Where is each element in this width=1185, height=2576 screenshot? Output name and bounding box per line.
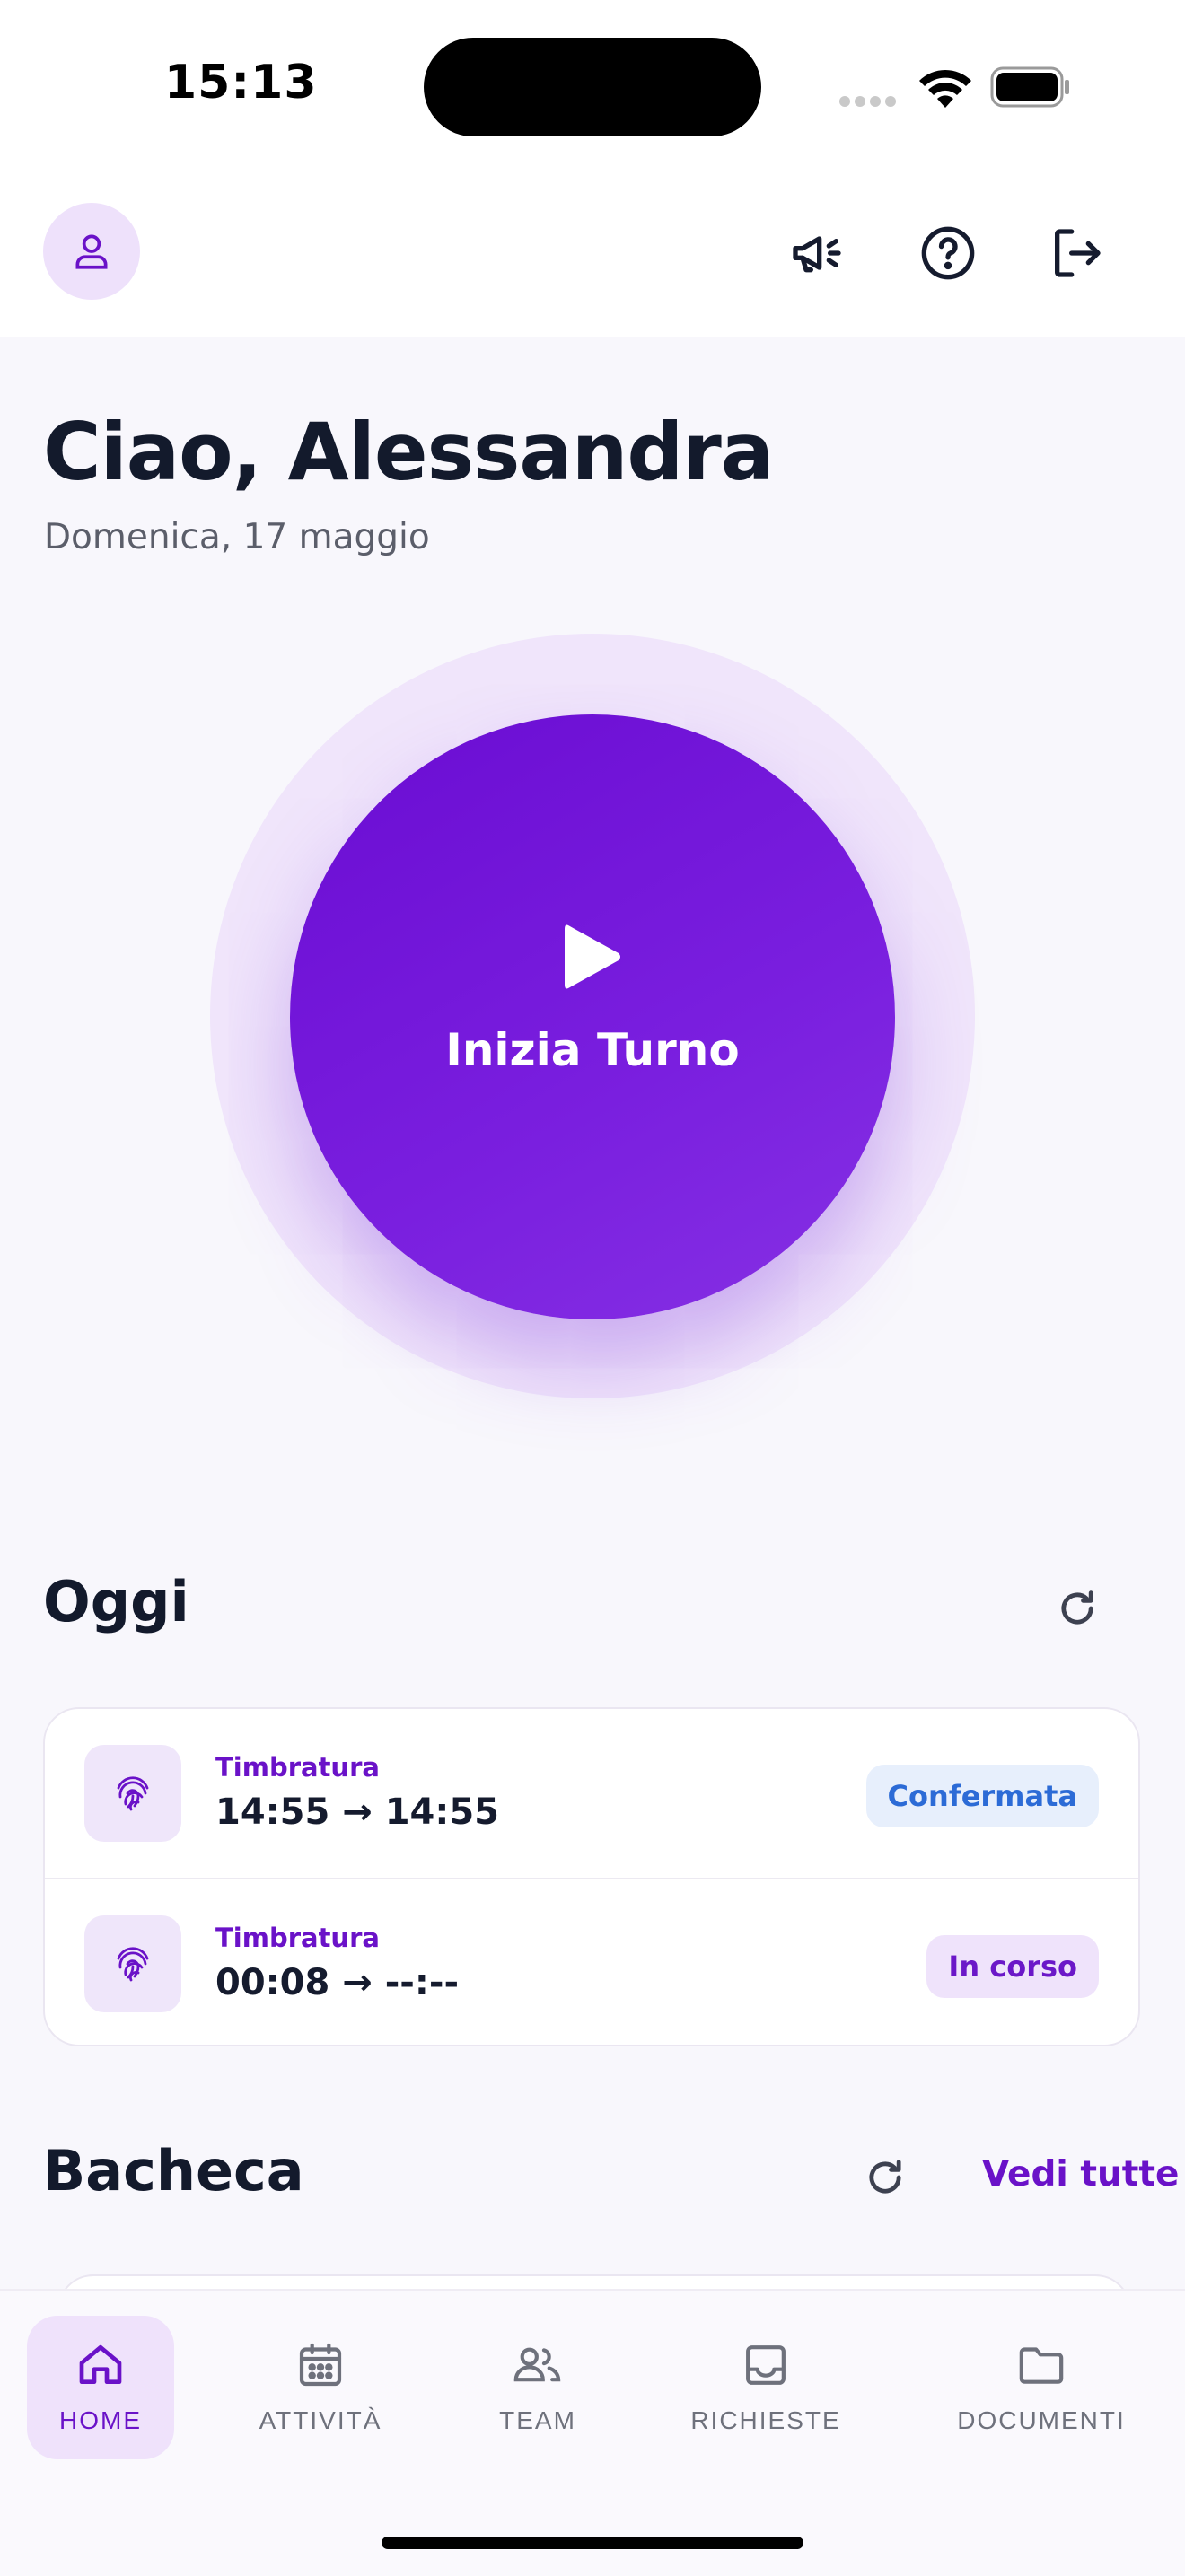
- inbox-icon: [746, 2345, 786, 2385]
- help-button[interactable]: [916, 221, 980, 285]
- nav-label-activities: ATTIVITÀ: [259, 2406, 382, 2434]
- fingerprint-icon: [117, 1947, 149, 1982]
- greeting-title: Ciao, Alessandra: [43, 406, 774, 498]
- entry-kind: Timbratura: [215, 1923, 380, 1953]
- start-shift-button[interactable]: Inizia Turno: [290, 714, 895, 1319]
- today-section-title: Oggi: [43, 1569, 189, 1634]
- top-app-bar: [0, 180, 1185, 337]
- nav-label-requests: RICHIESTE: [690, 2406, 841, 2434]
- profile-avatar[interactable]: [43, 203, 140, 300]
- megaphone-icon: [793, 236, 841, 273]
- nav-item-activities[interactable]: ATTIVITÀ: [251, 2316, 390, 2459]
- nav-label-team: TEAM: [499, 2406, 576, 2434]
- home-icon: [79, 2344, 122, 2384]
- help-circle-icon: [921, 226, 975, 280]
- battery-icon: [990, 66, 1069, 108]
- current-date: Domenica, 17 maggio: [44, 517, 430, 557]
- entry-time-range: 00:08 → --:--: [215, 1962, 460, 2003]
- wifi-icon: [919, 69, 971, 108]
- team-icon: [514, 2347, 561, 2382]
- logout-button[interactable]: [1044, 221, 1109, 285]
- entry-kind: Timbratura: [215, 1752, 380, 1783]
- status-time: 15:13: [164, 56, 318, 110]
- board-section-title: Bacheca: [43, 2138, 304, 2204]
- user-icon: [75, 234, 108, 269]
- calendar-icon: [299, 2343, 342, 2387]
- refresh-icon: [869, 2160, 901, 2194]
- logout-icon: [1055, 229, 1101, 277]
- start-shift-label: Inizia Turno: [445, 1024, 740, 1076]
- play-icon: [565, 924, 620, 989]
- nav-label-documents: DOCUMENTI: [957, 2406, 1126, 2434]
- entry-row[interactable]: Timbratura 00:08 → --:-- In corso: [45, 1879, 1138, 2045]
- today-refresh-button[interactable]: [1049, 1580, 1106, 1637]
- announcements-button[interactable]: [785, 221, 849, 285]
- entry-row[interactable]: Timbratura 14:55 → 14:55 Confermata: [45, 1709, 1138, 1878]
- board-refresh-button[interactable]: [856, 2149, 914, 2206]
- nav-item-home[interactable]: HOME: [27, 2316, 174, 2459]
- dynamic-island: [424, 38, 761, 136]
- home-indicator[interactable]: [382, 2537, 803, 2549]
- cellular-signal-icon: [839, 93, 900, 110]
- nav-item-team[interactable]: TEAM: [483, 2316, 592, 2459]
- nav-item-documents[interactable]: DOCUMENTI: [950, 2316, 1133, 2459]
- nav-label-home: HOME: [59, 2406, 142, 2434]
- nav-item-requests[interactable]: RICHIESTE: [686, 2316, 846, 2459]
- refresh-icon: [1061, 1590, 1093, 1625]
- status-badge-confirmed: Confermata: [865, 1765, 1099, 1827]
- status-badge-in-progress: In corso: [926, 1935, 1099, 1998]
- entry-icon-box: [84, 1915, 181, 2012]
- entry-time-range: 14:55 → 14:55: [215, 1792, 500, 1833]
- folder-icon: [1019, 2347, 1064, 2384]
- entry-icon-box: [84, 1745, 181, 1842]
- today-entries-card: Timbratura 14:55 → 14:55 Confermata Timb…: [43, 1707, 1140, 2046]
- see-all-link[interactable]: Vedi tutte: [982, 2154, 1180, 2195]
- fingerprint-icon: [117, 1776, 149, 1811]
